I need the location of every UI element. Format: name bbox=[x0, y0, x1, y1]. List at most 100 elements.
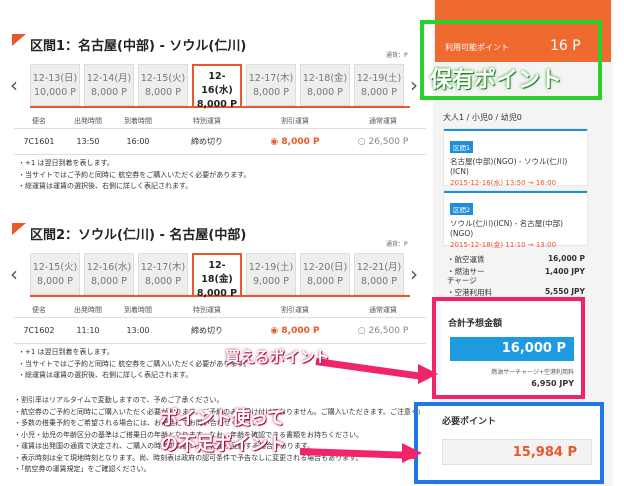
date-tab[interactable]: 12-13(日) 10,000 P bbox=[30, 64, 80, 106]
date-tab-date: 12-15(火) bbox=[140, 73, 186, 84]
date-tab-price: 8,000 P bbox=[91, 87, 127, 98]
special-fare: 締め切り bbox=[191, 326, 223, 335]
date-tab[interactable]: 12-16(水) 8,000 P bbox=[84, 253, 134, 295]
col-discount: 割引運賃 bbox=[281, 116, 309, 125]
fare-label: ・航空運賃 bbox=[447, 255, 485, 264]
date-tab[interactable]: 12-21(月) 8,000 P bbox=[354, 253, 404, 295]
date-tab[interactable]: 12-17(木) 8,000 P bbox=[246, 64, 296, 106]
date-tab-price: 8,000 P bbox=[91, 276, 127, 287]
date-tab[interactable]: 12-15(火) 8,000 P bbox=[138, 64, 188, 106]
fare-label: ・燃油サーチャージ bbox=[447, 267, 485, 285]
date-tab-date: 12-19(土) bbox=[356, 73, 402, 84]
flight-number: 7C1601 bbox=[23, 137, 55, 146]
date-tab-date: 12-17(木) bbox=[140, 262, 186, 273]
segment1-route: 名古屋(中部)(NGO) - ソウル(仁川)(ICN) bbox=[450, 157, 568, 176]
flight-number: 7C1602 bbox=[23, 326, 55, 335]
regular-fare-radio[interactable]: ○ 26,500 P bbox=[340, 326, 426, 336]
section1-title: 区間1：名古屋(中部) - ソウル(仁川) bbox=[30, 39, 247, 54]
note-line: ・当サイトではご予約と同時に 航空券をご購入いただく必要があります。 bbox=[18, 170, 251, 179]
section1-next-arrow-icon[interactable]: › bbox=[410, 75, 418, 95]
note-line: ・+1 は翌日到着を表します。 bbox=[18, 348, 114, 356]
table-row: 7C1602 11:10 13:00 締め切り ◉ 8,000 P ○ 26,5… bbox=[14, 318, 426, 344]
col-arr: 到着時間 bbox=[124, 305, 152, 314]
date-tab-price: 8,000 P bbox=[145, 276, 181, 287]
fare-row: ・航空運賃 16,000 P bbox=[447, 254, 585, 267]
date-tab[interactable]: 12-19(土) 8,000 P bbox=[354, 64, 404, 106]
section1-prev-arrow-icon[interactable]: ‹ bbox=[10, 75, 18, 95]
date-tab-price: 8,000 P bbox=[253, 87, 289, 98]
fare-value: 16,000 P bbox=[547, 254, 585, 263]
date-tab-date: 12-16(水) bbox=[86, 262, 132, 273]
section2-prev-arrow-icon[interactable]: ‹ bbox=[10, 264, 18, 284]
owned-points-callout: 保有ポイント bbox=[430, 68, 563, 93]
section1-flight-table: 便名 出発時間 到着時間 特別運賃 割引運賃 通常運賃 7C1601 13:50… bbox=[14, 113, 426, 155]
date-tab-date: 12-13(日) bbox=[32, 73, 78, 84]
section2-notes: ・+1 は翌日到着を表します。 ・当サイトではご予約と同時に 航空券をご購入いた… bbox=[18, 347, 251, 382]
col-dep: 出発時間 bbox=[74, 305, 102, 314]
special-fare: 締め切り bbox=[191, 137, 223, 146]
note-line: ・「航空券の運賃規定」をご確認ください。 bbox=[14, 465, 151, 473]
shortage-callout-line1: ポイント使って bbox=[160, 408, 286, 429]
date-tab-date: 12-18(金) bbox=[201, 260, 233, 285]
segment2-route: ソウル(仁川)(ICN) - 名古屋(中部)(NGO) bbox=[450, 219, 564, 238]
discount-fare-radio[interactable]: ◉ 8,000 P bbox=[250, 326, 340, 336]
arrival-time: 16:00 bbox=[126, 137, 150, 146]
departure-time: 11:10 bbox=[76, 326, 100, 335]
section1-date-tabs: 12-13(日) 10,000 P 12-14(月) 8,000 P 12-15(火) 8… bbox=[30, 64, 410, 110]
segment1-time: 2015-12-16(水) 13:50 → 16:00 bbox=[450, 179, 557, 187]
buyable-arrowhead-icon bbox=[418, 364, 438, 384]
regular-fare-value: 26,500 P bbox=[368, 325, 409, 336]
section1-currency-note: 通貨：P bbox=[386, 52, 408, 59]
date-tab[interactable]: 12-16(水) 8,000 P bbox=[192, 64, 242, 110]
date-tab[interactable]: 12-18(金) 8,000 P bbox=[192, 253, 242, 299]
date-tab[interactable]: 12-14(月) 8,000 P bbox=[84, 64, 134, 106]
date-tab-price: 8,000 P bbox=[196, 99, 238, 110]
segment1-label: 区間1 bbox=[450, 141, 474, 153]
fare-row: ・燃油サーチャージ 1,400 JPY bbox=[447, 267, 585, 287]
date-tab-price: 8,000 P bbox=[145, 87, 181, 98]
date-tab-date: 12-14(月) bbox=[86, 73, 132, 84]
date-tab-date: 12-21(月) bbox=[356, 262, 402, 273]
date-tab[interactable]: 12-20(日) 8,000 P bbox=[300, 253, 350, 295]
buyable-arrow bbox=[315, 358, 428, 381]
date-tab-price: 8,000 P bbox=[307, 276, 343, 287]
segment2-time: 2015-12-18(金) 11:10 → 13:00 bbox=[450, 241, 557, 249]
regular-fare-radio[interactable]: ○ 26,500 P bbox=[340, 137, 426, 147]
section2-next-arrow-icon[interactable]: › bbox=[410, 264, 418, 284]
note-line: ・+1 は翌日到着を表します。 bbox=[18, 159, 114, 167]
section1-notes: ・+1 は翌日到着を表します。 ・当サイトではご予約と同時に 航空券をご購入いた… bbox=[18, 158, 251, 193]
date-tab[interactable]: 12-15(火) 8,000 P bbox=[30, 253, 80, 295]
date-tab-date: 12-19(土) bbox=[248, 262, 294, 273]
segment2-card: 区間2 ソウル(仁川)(ICN) - 名古屋(中部)(NGO) 2015-12-… bbox=[443, 190, 588, 249]
date-tab[interactable]: 12-18(金) 8,000 P bbox=[300, 64, 350, 106]
date-tab[interactable]: 12-19(土) 9,000 P bbox=[246, 253, 296, 295]
note-line: ・当サイトではご予約と同時に 航空券をご購入いただく必要があります。 bbox=[18, 359, 251, 368]
note-line: ・総運賃は運賃の選択後、右側に詳しく表記されます。 bbox=[18, 371, 193, 379]
date-tab[interactable]: 12-17(木) 8,000 P bbox=[138, 253, 188, 295]
date-tab-date: 12-16(水) bbox=[201, 71, 233, 96]
segment1-card: 区間1 名古屋(中部)(NGO) - ソウル(仁川)(ICN) 2015-12-… bbox=[443, 128, 588, 187]
shortage-arrowhead-icon bbox=[402, 443, 422, 463]
arrival-time: 13:00 bbox=[126, 326, 150, 335]
table-row: 7C1601 13:50 16:00 締め切り ◉ 8,000 P ○ 26,5… bbox=[14, 129, 426, 155]
date-tab-date: 12-20(日) bbox=[302, 262, 348, 273]
col-flight: 便名 bbox=[32, 116, 46, 125]
col-discount: 割引運賃 bbox=[281, 305, 309, 314]
segment2-label: 区間2 bbox=[450, 203, 474, 215]
date-tab-price: 9,000 P bbox=[253, 276, 289, 287]
date-tab-price: 10,000 P bbox=[34, 87, 76, 98]
section-flag-icon bbox=[12, 34, 26, 46]
discount-fare-radio[interactable]: ◉ 8,000 P bbox=[250, 137, 340, 147]
table-header: 便名 出発時間 到着時間 特別運賃 割引運賃 通常運賃 bbox=[14, 113, 426, 129]
date-tab-price: 8,000 P bbox=[37, 276, 73, 287]
discount-fare-value: 8,000 P bbox=[281, 136, 320, 147]
table-header: 便名 出発時間 到着時間 特別運賃 割引運賃 通常運賃 bbox=[14, 302, 426, 318]
departure-time: 13:50 bbox=[76, 137, 100, 146]
pax-summary: 大人1 / 小児0 / 幼児0 bbox=[443, 113, 522, 122]
regular-fare-value: 26,500 P bbox=[368, 136, 409, 147]
date-tab-date: 12-15(火) bbox=[32, 262, 78, 273]
section2-date-tabs: 12-15(火) 8,000 P 12-16(水) 8,000 P 12-17(木) 8,… bbox=[30, 253, 410, 299]
date-tab-price: 8,000 P bbox=[196, 288, 238, 299]
date-tab-price: 8,000 P bbox=[361, 276, 397, 287]
col-regular: 通常運賃 bbox=[369, 305, 397, 314]
